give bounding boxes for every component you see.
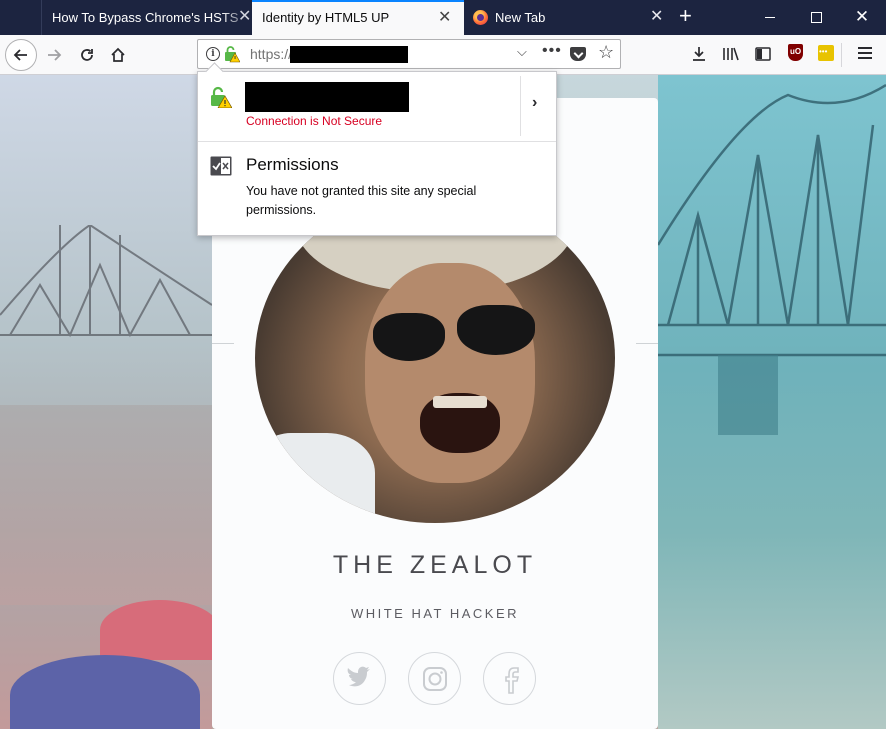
navigation-toolbar: i https:// ⌵ ••• ☆ uO (0, 35, 886, 75)
facebook-link[interactable] (483, 652, 536, 705)
twitter-link[interactable] (333, 652, 386, 705)
umbrella-image (100, 600, 220, 660)
library-icon[interactable] (719, 42, 743, 66)
identity-popup: Connection is Not Secure › Permissions Y… (197, 71, 557, 236)
tab-identity[interactable]: Identity by HTML5 UP ✕ (252, 0, 464, 35)
sidebar-icon[interactable] (751, 42, 775, 66)
permissions-description: You have not granted this site any speci… (246, 184, 477, 217)
tab-new-tab[interactable]: New Tab ✕ (464, 0, 674, 35)
url-bar[interactable]: i https:// ⌵ ••• ☆ (197, 39, 621, 69)
minimize-button[interactable] (747, 0, 793, 35)
menu-icon[interactable] (858, 47, 872, 62)
reload-button[interactable] (73, 41, 101, 69)
tab-close-icon[interactable]: ✕ (238, 9, 251, 25)
home-button[interactable] (104, 41, 132, 69)
facebook-icon (505, 667, 520, 694)
connection-status: Connection is Not Secure (246, 114, 383, 128)
insecure-lock-icon[interactable] (224, 45, 240, 63)
permissions-icon (210, 156, 232, 176)
bridge-right-image (658, 83, 886, 435)
back-button[interactable] (5, 39, 37, 71)
tab-title: New Tab (495, 10, 546, 25)
tab-hsts-article[interactable]: How To Bypass Chrome's HSTS W ✕ (41, 0, 252, 35)
tab-close-icon[interactable]: ✕ (650, 9, 663, 25)
tab-close-icon[interactable]: ✕ (438, 10, 451, 26)
ublock-origin-icon[interactable]: uO (788, 44, 803, 61)
profile-name: THE ZEALOT (332, 551, 538, 579)
profile-avatar (255, 193, 615, 523)
permissions-title: Permissions (246, 155, 339, 174)
extension-icon[interactable] (818, 45, 834, 61)
bridge-left-image (0, 225, 212, 338)
url-scheme: https:// (250, 46, 293, 62)
tab-title: Identity by HTML5 UP (262, 10, 390, 25)
firefox-icon (473, 10, 488, 25)
tab-strip: How To Bypass Chrome's HSTS W ✕ Identity… (0, 0, 886, 35)
close-window-button[interactable]: ✕ (839, 0, 885, 35)
close-icon: ✕ (854, 7, 870, 26)
new-tab-plus-icon[interactable]: + (679, 4, 692, 28)
page-actions-icon[interactable]: ••• (542, 42, 562, 60)
twitter-icon (347, 666, 370, 687)
connection-details-chevron-right-icon[interactable]: › (532, 94, 537, 112)
instagram-icon (423, 667, 447, 691)
chevron-down-icon[interactable]: ⌵ (517, 44, 527, 60)
insecure-lock-icon (211, 86, 232, 108)
maximize-button[interactable] (793, 0, 839, 35)
instagram-link[interactable] (408, 652, 461, 705)
pocket-icon[interactable] (570, 47, 586, 61)
downloads-icon[interactable] (687, 42, 711, 66)
forward-button[interactable] (40, 41, 68, 69)
site-info-icon[interactable]: i (206, 47, 220, 61)
tab-title: How To Bypass Chrome's HSTS W (52, 10, 242, 25)
profile-subtitle: WHITE HAT HACKER (350, 606, 520, 621)
umbrella-image (10, 655, 200, 729)
redacted-hostname (245, 82, 409, 112)
redacted-url (290, 46, 408, 63)
bookmark-star-icon[interactable]: ☆ (598, 42, 614, 63)
